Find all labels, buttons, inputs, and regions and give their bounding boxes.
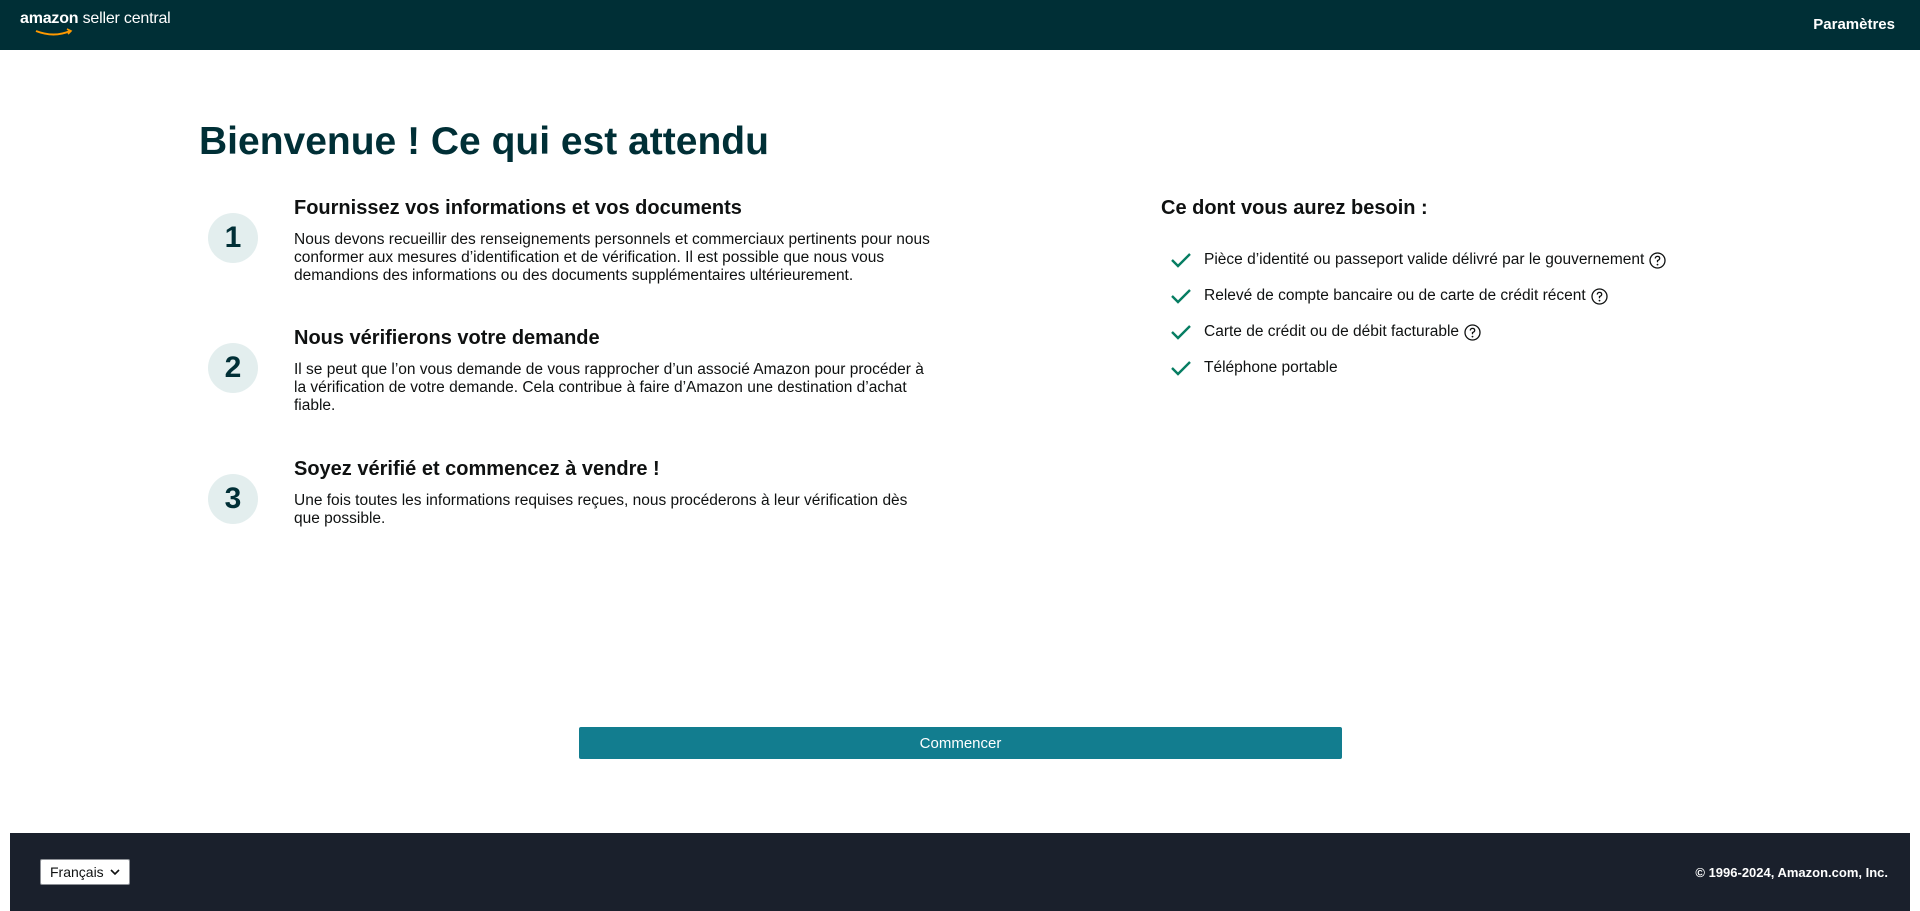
requirements-list: Pièce d’identité ou passeport valide dél… [1170,242,1666,386]
logo-brand: amazon [20,10,79,27]
help-icon[interactable] [1591,287,1608,305]
step-description: Il se peut que l’on vous demande de vous… [294,361,924,414]
requirement-label: Relevé de compte bancaire ou de carte de… [1204,287,1586,304]
logo-product: seller central [82,10,171,27]
help-icon[interactable] [1649,251,1666,269]
requirements-heading: Ce dont vous aurez besoin : [1161,197,1428,219]
check-icon [1171,289,1191,304]
language-select[interactable]: Français [40,859,130,885]
step-number-circle: 3 [208,474,258,524]
step-number-circle: 1 [208,213,258,263]
check-icon [1171,325,1191,340]
language-selected-value: Français [50,864,104,880]
requirements-panel: Ce dont vous aurez besoin : Pièce d’iden… [1161,196,1761,376]
copyright-text: © 1996-2024, Amazon.com, Inc. [1695,865,1888,880]
requirement-item: Carte de crédit ou de débit facturable [1170,314,1666,350]
footer: Français © 1996-2024, Amazon.com, Inc. [10,833,1910,911]
step-heading: Nous vérifierons votre demande [294,327,600,349]
amazon-smile-icon [35,28,73,36]
chevron-down-icon [110,869,120,876]
requirement-label: Téléphone portable [1204,359,1338,376]
settings-link[interactable]: Paramètres [1813,16,1895,33]
check-icon [1171,253,1191,268]
step-heading: Soyez vérifié et commencez à vendre ! [294,458,660,480]
amazon-seller-central-logo[interactable]: amazon seller central [20,10,171,36]
requirement-item: Relevé de compte bancaire ou de carte de… [1170,278,1666,314]
top-navigation-bar: amazon seller central Paramètres [0,0,1920,50]
start-button[interactable]: Commencer [579,727,1342,759]
requirement-item: Téléphone portable [1170,350,1666,386]
help-icon[interactable] [1464,323,1481,341]
requirement-item: Pièce d’identité ou passeport valide dél… [1170,242,1666,278]
requirement-label: Pièce d’identité ou passeport valide dél… [1204,251,1645,268]
step-description: Nous devons recueillir des renseignement… [294,231,930,284]
check-icon [1171,361,1191,376]
step-description: Une fois toutes les informations requise… [294,492,908,527]
step-heading: Fournissez vos informations et vos docum… [294,197,742,219]
requirement-label: Carte de crédit ou de débit facturable [1204,323,1460,340]
step-number-circle: 2 [208,343,258,393]
page-title: Bienvenue ! Ce qui est attendu [199,120,769,163]
